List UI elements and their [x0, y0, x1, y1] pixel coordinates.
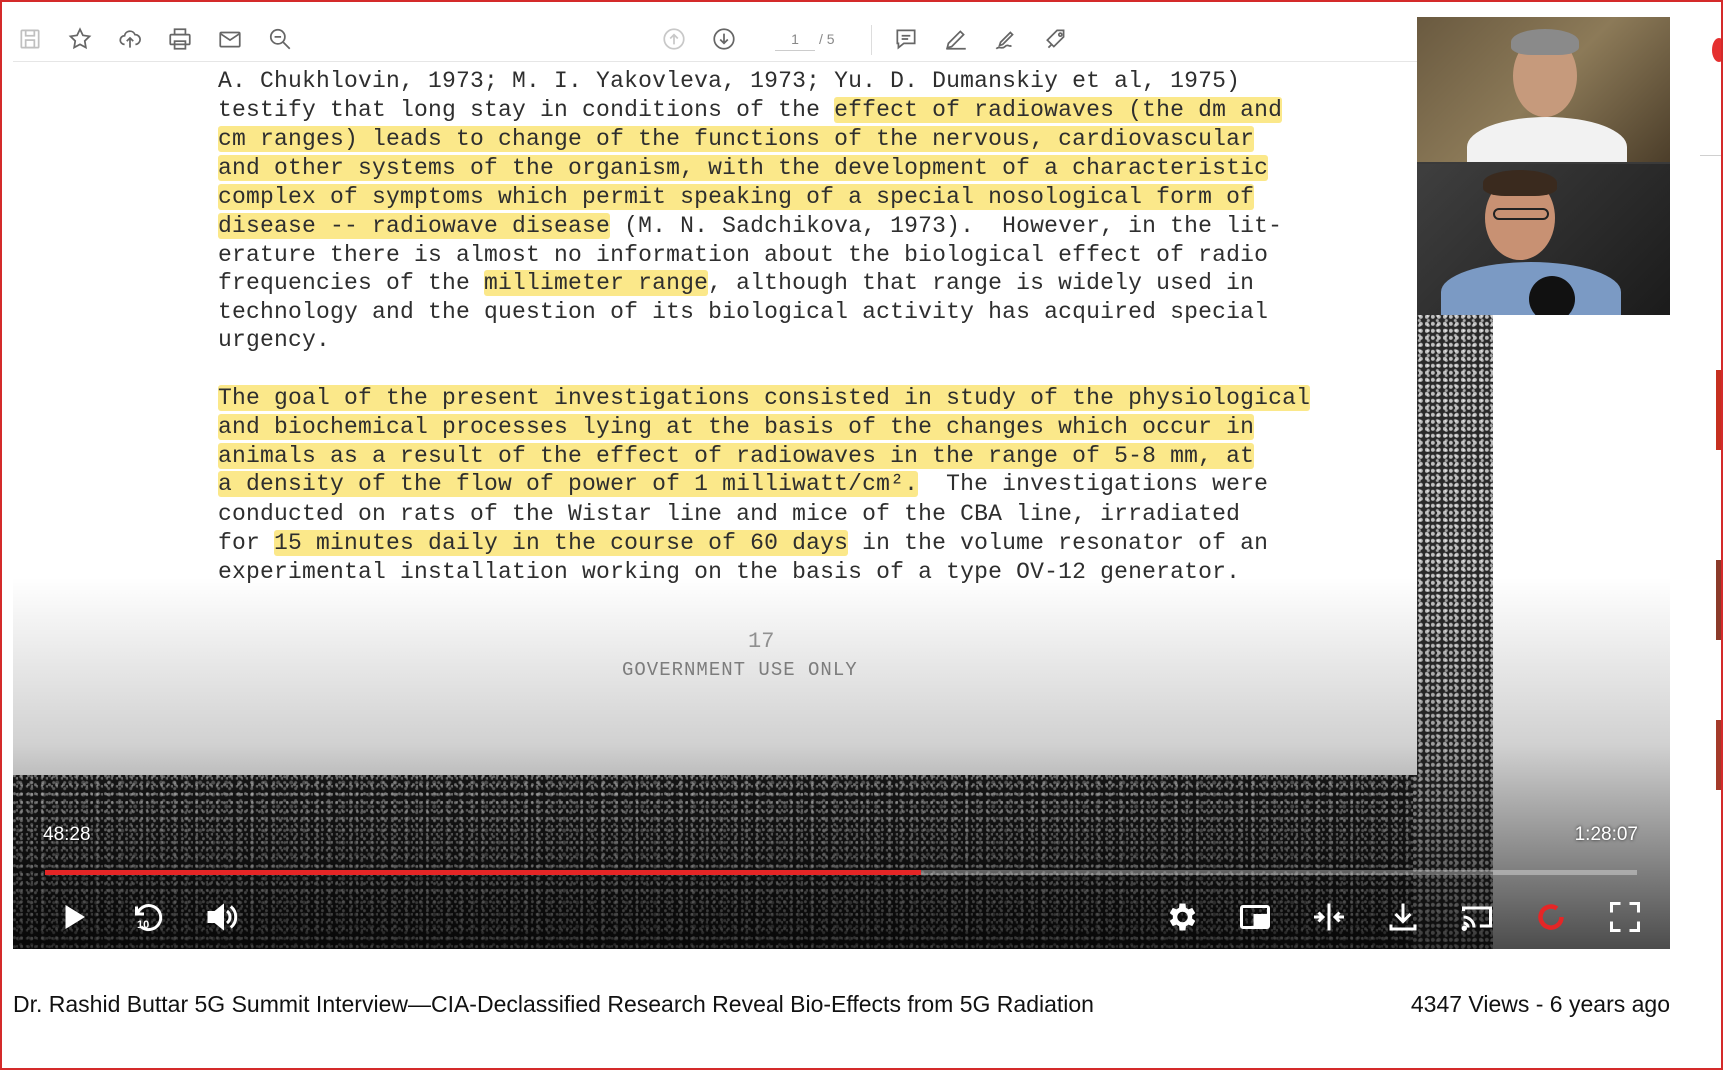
page-total: / 5 [819, 31, 835, 47]
document-line: complex of symptoms which permit speakin… [218, 183, 1255, 211]
spinner-icon [1538, 904, 1564, 930]
highlighted-text: millimeter range [484, 270, 709, 296]
theater-mode-button[interactable] [1307, 895, 1351, 939]
document-text-segment: A. Chukhlovin, 1973; M. I. Yakovleva, 19… [218, 68, 1241, 94]
document-line: A. Chukhlovin, 1973; M. I. Yakovleva, 19… [218, 67, 1240, 95]
download-button[interactable] [1381, 895, 1425, 939]
webcam-panel [1417, 17, 1670, 315]
document-line: and biochemical processes lying at the b… [218, 413, 1255, 441]
miniplayer-icon [1240, 905, 1270, 929]
highlighted-text: animals as a result of the effect of rad… [218, 443, 1255, 469]
document-text-segment: conducted on rats of the Wistar line and… [218, 501, 1241, 527]
highlighted-text: disease -- radiowave disease [218, 213, 611, 239]
theater-icon [1314, 903, 1344, 931]
document-line: cm ranges) leads to change of the functi… [218, 125, 1255, 153]
document-line: frequencies of the millimeter range, alt… [218, 269, 1254, 297]
document-text-segment: for [218, 530, 275, 556]
prev-page-icon [661, 26, 687, 52]
highlighted-text: complex of symptoms which permit speakin… [218, 184, 1255, 210]
rewind-10-label: 10 [137, 919, 150, 931]
save-icon [17, 26, 43, 52]
document-text-segment: frequencies of the [218, 270, 485, 296]
video-title: Dr. Rashid Buttar 5G Summit Interview—CI… [13, 991, 1094, 1017]
play-button[interactable] [51, 895, 95, 939]
highlighted-text: 15 minutes daily in the course of 60 day… [274, 530, 849, 556]
settings-button[interactable] [1159, 895, 1203, 939]
pdf-toolbar: 1 / 5 [13, 17, 1417, 62]
document-text-segment: The investigations were [918, 471, 1269, 497]
current-time: 48:28 [43, 824, 91, 845]
edge-thumbnail [1716, 370, 1723, 450]
webcam-guest [1417, 164, 1670, 315]
controls-gradient [13, 577, 1670, 949]
highlighted-text: cm ranges) leads to change of the functi… [218, 126, 1255, 152]
edge-thumbnail-3 [1716, 720, 1723, 790]
document-text-segment: in the volume resonator of an [848, 530, 1269, 556]
gear-icon [1169, 903, 1196, 931]
toolbar-divider [871, 25, 872, 55]
document-text-segment: , although that range is widely used in [708, 270, 1255, 296]
host-shirt [1467, 117, 1627, 162]
edge-divider [1700, 155, 1723, 156]
rewind-10-button[interactable]: 10 [125, 895, 169, 939]
cast-icon [1461, 906, 1492, 931]
document-text-segment: erature there is almost no information a… [218, 242, 1269, 268]
download-icon [1389, 903, 1417, 931]
highlighted-text: a density of the flow of power of 1 mill… [218, 471, 919, 497]
host-hair [1511, 29, 1579, 55]
document-text-segment: testify that long stay in conditions of … [218, 97, 835, 123]
comment-icon [893, 26, 919, 52]
highlighted-text: The goal of the present investigations c… [218, 385, 1311, 411]
video-player[interactable]: 1 / 5 A. Chukhlovin, 1973; M. I. Yakovle… [13, 17, 1670, 949]
upload-icon [117, 26, 143, 52]
progress-bar[interactable] [45, 870, 1637, 875]
document-line: The goal of the present investigations c… [218, 384, 1311, 412]
document-line: testify that long stay in conditions of … [218, 96, 1283, 124]
document-text-segment: (M. N. Sadchikova, 1973). However, in th… [610, 213, 1283, 239]
document-line: erature there is almost no information a… [218, 241, 1268, 269]
edge-thumbnail-2 [1716, 560, 1723, 640]
fullscreen-icon [1610, 902, 1640, 932]
document-line: conducted on rats of the Wistar line and… [218, 500, 1240, 528]
volume-icon [207, 903, 238, 931]
stamp-icon [1043, 26, 1069, 52]
highlighted-text: effect of radiowaves (the dm and [834, 97, 1283, 123]
guest-glasses [1493, 208, 1549, 220]
fullscreen-button[interactable] [1603, 895, 1647, 939]
document-text-segment: urgency. [218, 327, 331, 353]
highlighted-text: and other systems of the organism, with … [218, 155, 1269, 181]
print-icon [167, 26, 193, 52]
microphone [1529, 276, 1575, 315]
document-line: for 15 minutes daily in the course of 60… [218, 529, 1268, 557]
document-line: animals as a result of the effect of rad… [218, 442, 1255, 470]
total-duration: 1:28:07 [1574, 824, 1638, 845]
zoom-out-icon [267, 26, 293, 52]
loading-indicator [1529, 895, 1573, 939]
pen-icon [943, 26, 969, 52]
star-icon [67, 26, 93, 52]
highlighted-text: and biochemical processes lying at the b… [218, 414, 1255, 440]
document-text-segment: technology and the question of its biolo… [218, 299, 1269, 325]
miniplayer-button[interactable] [1233, 895, 1277, 939]
webcam-host [1417, 17, 1670, 162]
edge-record-icon [1712, 38, 1723, 62]
document-line: disease -- radiowave disease (M. N. Sadc… [218, 212, 1282, 240]
signature-icon [993, 26, 1019, 52]
cast-button[interactable] [1455, 895, 1499, 939]
next-page-icon [711, 26, 737, 52]
guest-hair [1483, 170, 1557, 196]
document-line: and other systems of the organism, with … [218, 154, 1269, 182]
document-line: technology and the question of its biolo… [218, 298, 1268, 326]
play-icon [65, 905, 85, 929]
page-number-input: 1 [775, 27, 815, 51]
document-line: urgency. [218, 326, 330, 354]
document-line: a density of the flow of power of 1 mill… [218, 470, 1268, 498]
progress-played [45, 870, 921, 875]
mail-icon [217, 26, 243, 52]
video-views-date: 4347 Views - 6 years ago [1410, 991, 1670, 1017]
volume-button[interactable] [199, 895, 243, 939]
